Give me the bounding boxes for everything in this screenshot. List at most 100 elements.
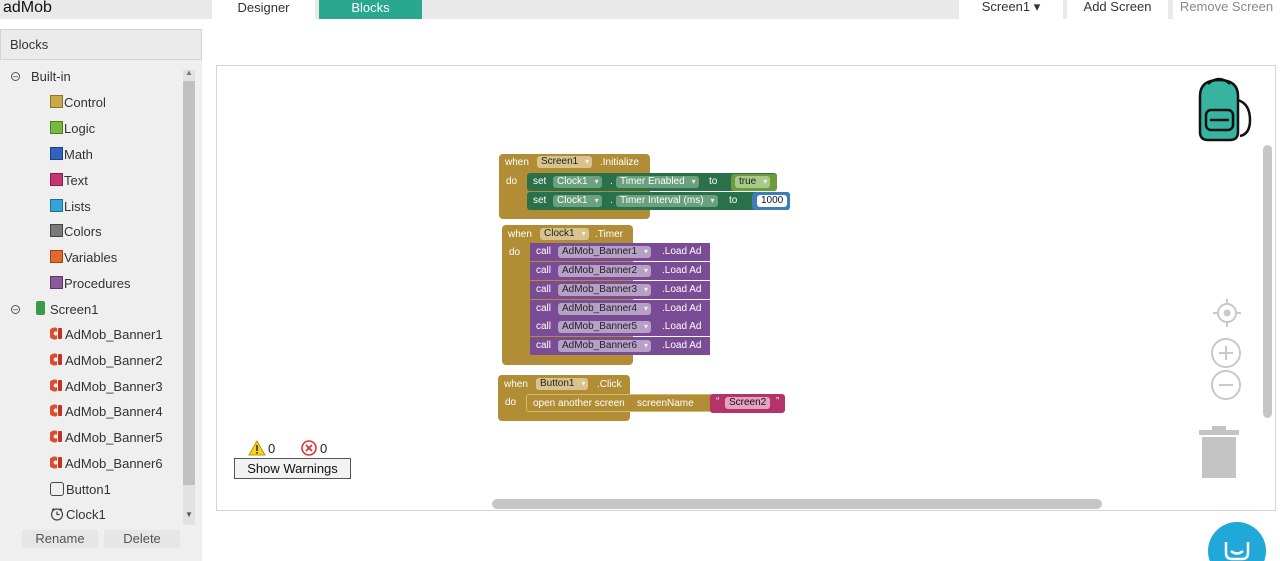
property-dropdown[interactable]: Timer Interval (ms) [616,195,718,207]
clock-icon [50,508,64,521]
call-load-ad-block[interactable]: call AdMob_Banner4 .Load Ad [530,300,710,318]
property-dropdown[interactable]: Timer Enabled [616,176,699,188]
category-label: Math [64,147,93,162]
open-another-screen-block[interactable]: open another screen screenName [526,394,716,412]
category-colors[interactable]: Colors [50,224,102,239]
call-label: call [536,303,552,314]
workspace-vertical-scrollbar[interactable] [1263,145,1272,418]
zoom-in-icon[interactable] [1210,337,1242,369]
tab-blocks[interactable]: Blocks [319,0,422,19]
component-admob-banner6[interactable]: AdMob_Banner6 [50,456,163,471]
dot-label: . [610,176,613,187]
logic-true-block[interactable]: true [731,174,777,191]
tree-item-screen1[interactable]: Screen1 [36,301,98,317]
category-label: Variables [64,250,118,265]
component-admob-banner1[interactable]: AdMob_Banner1 [50,327,163,342]
string-field[interactable]: Screen2 [725,397,771,409]
clock1-dropdown[interactable]: Clock1 [553,176,602,188]
scroll-down-icon[interactable]: ▼ [185,510,193,519]
category-label: Logic [64,121,96,136]
call-load-ad-block[interactable]: call AdMob_Banner1 .Load Ad [530,243,710,261]
clock1-dropdown[interactable]: Clock1 [540,228,589,240]
tab-designer[interactable]: Designer [212,0,315,19]
tree-scrollbar-thumb[interactable] [183,81,195,485]
admob-icon [50,353,62,366]
set-clock-timer-interval-block[interactable]: set Clock1 . Timer Interval (ms) to [527,192,790,210]
screen-select-button[interactable]: Screen1 ▾ [959,0,1063,19]
tree-item-builtin[interactable]: Built-in [31,69,71,84]
category-label: Colors [64,224,102,239]
banner-dropdown[interactable]: AdMob_Banner2 [558,265,652,277]
workspace-horizontal-scrollbar[interactable] [492,499,1102,509]
text-string-block[interactable]: “ Screen2 ” [710,394,785,413]
category-logic[interactable]: Logic [50,121,95,136]
set-label: set [533,176,547,187]
quote-close-label: ” [776,396,780,407]
to-label: to [709,176,718,187]
top-bar: adMob Designer Blocks Screen1 ▾ Add Scre… [0,0,1280,19]
banner-dropdown[interactable]: AdMob_Banner1 [558,246,652,258]
category-text[interactable]: Text [50,173,88,188]
component-admob-banner4[interactable]: AdMob_Banner4 [50,404,163,419]
screen-name-param-label: screenName [637,398,694,409]
component-admob-banner5[interactable]: AdMob_Banner5 [50,430,163,445]
when-label: when [508,229,532,240]
blocks-panel-header: Blocks [0,29,202,60]
collapse-builtin-icon[interactable]: – [11,72,20,81]
target-icon[interactable] [1211,297,1243,329]
call-label: call [536,246,552,257]
clock1-dropdown[interactable]: Clock1 [553,195,602,207]
admob-icon [50,456,62,469]
add-screen-button[interactable]: Add Screen [1067,0,1168,19]
call-load-ad-block[interactable]: call AdMob_Banner2 .Load Ad [530,262,710,280]
call-label: call [536,284,552,295]
chat-icon[interactable] [1207,522,1267,561]
screen1-dropdown[interactable]: Screen1 [537,156,593,168]
delete-button[interactable]: Delete [104,530,180,548]
collapse-screen-icon[interactable]: – [11,305,20,314]
category-control[interactable]: Control [50,95,106,110]
error-icon [301,440,317,456]
zoom-out-icon[interactable] [1210,369,1242,401]
component-admob-banner2[interactable]: AdMob_Banner2 [50,353,163,368]
error-count: 0 [320,441,328,456]
button1-dropdown[interactable]: Button1 [536,378,589,390]
component-clock1[interactable]: Clock1 [50,507,106,522]
component-label: AdMob_Banner6 [65,456,163,471]
method-label: .Load Ad [662,321,702,332]
show-warnings-button[interactable]: Show Warnings [234,458,351,479]
true-dropdown[interactable]: true [735,176,771,188]
variables-swatch-icon [50,250,63,263]
tree-item-screen1-label: Screen1 [50,302,99,317]
admob-icon [50,379,62,392]
call-label: call [536,340,552,351]
backpack-icon[interactable] [1186,76,1254,144]
component-label: Clock1 [66,507,106,522]
call-load-ad-block[interactable]: call AdMob_Banner3 .Load Ad [530,281,710,299]
banner-dropdown[interactable]: AdMob_Banner5 [558,321,652,333]
banner-dropdown[interactable]: AdMob_Banner6 [558,340,652,352]
component-button1[interactable]: Button1 [50,482,111,497]
scroll-up-icon[interactable]: ▲ [185,68,193,77]
blocks-workspace[interactable] [216,65,1276,511]
category-lists[interactable]: Lists [50,199,91,214]
component-admob-banner3[interactable]: AdMob_Banner3 [50,379,163,394]
remove-screen-button[interactable]: Remove Screen [1173,0,1280,19]
rename-button[interactable]: Rename [22,530,98,548]
control-swatch-icon [50,95,63,108]
trash-icon[interactable] [1198,425,1240,479]
banner-dropdown[interactable]: AdMob_Banner4 [558,303,652,315]
number-field[interactable]: 1000 [757,195,788,207]
quote-open-label: “ [716,396,720,407]
banner-dropdown[interactable]: AdMob_Banner3 [558,284,652,296]
category-label: Procedures [64,276,131,291]
admob-icon [50,404,62,417]
call-load-ad-block[interactable]: call AdMob_Banner6 .Load Ad [530,337,710,355]
number-block[interactable]: 1000 [752,192,790,210]
category-math[interactable]: Math [50,147,93,162]
component-label: AdMob_Banner4 [65,404,163,419]
call-load-ad-block[interactable]: call AdMob_Banner5 .Load Ad [530,318,710,336]
category-variables[interactable]: Variables [50,250,117,265]
category-procedures[interactable]: Procedures [50,276,130,291]
to-label: to [729,195,738,206]
